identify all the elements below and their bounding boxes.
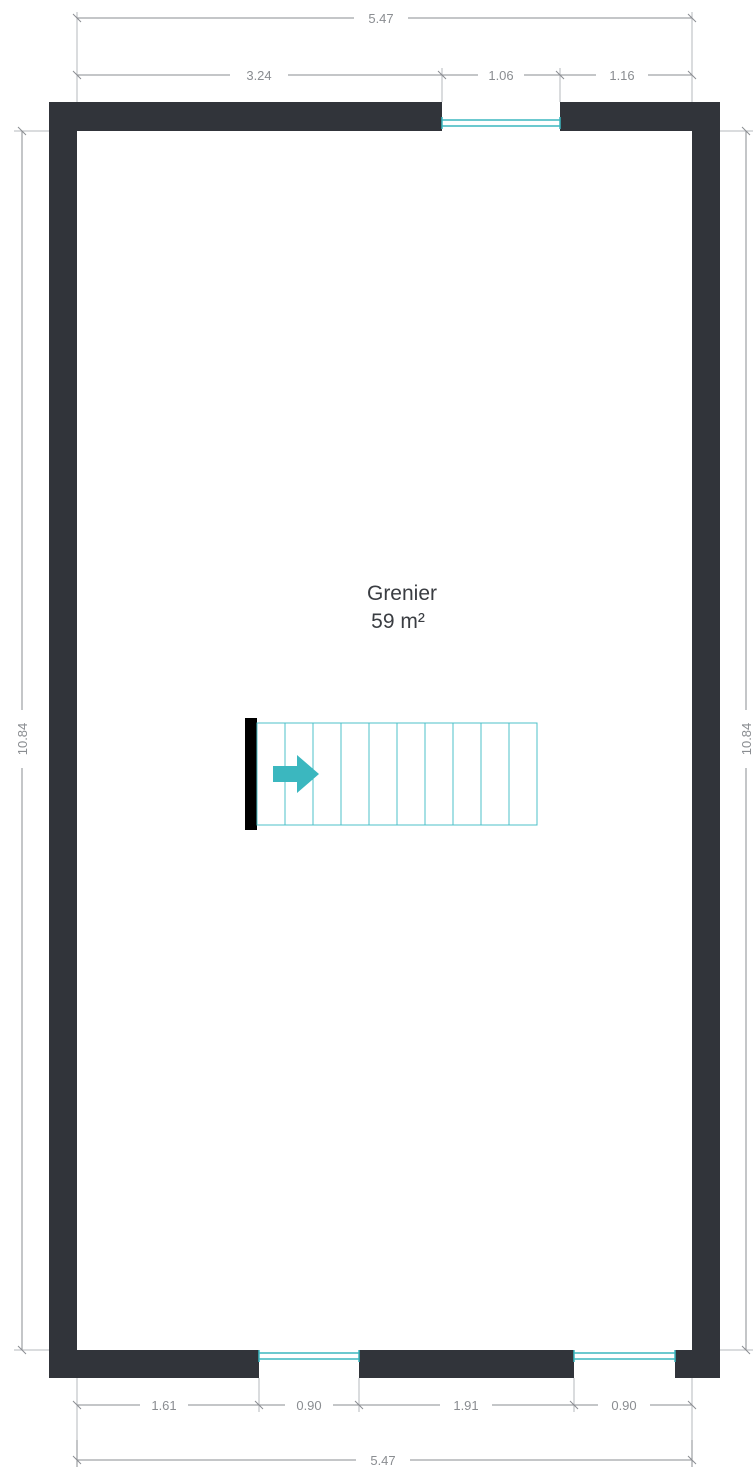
- dimension-top-segments: 3.24 1.06 1.16: [72, 68, 697, 102]
- dim-top-total-label: 5.47: [368, 11, 393, 26]
- dim-bottom-seg-1: 1.61: [151, 1398, 176, 1413]
- dim-right-height-label: 10.84: [739, 723, 753, 756]
- dim-left-height-label: 10.84: [15, 723, 30, 756]
- dimension-left-height: 10.84: [14, 126, 49, 1355]
- dim-bottom-total-label: 5.47: [370, 1453, 395, 1467]
- window-top: [441, 102, 561, 131]
- wall-bottom-3: [675, 1350, 720, 1378]
- window-bottom-right: [573, 1350, 676, 1378]
- wall-right: [692, 102, 720, 1378]
- wall-left: [49, 102, 77, 1378]
- room-area: 59 m²: [371, 610, 425, 633]
- dim-bottom-seg-4: 0.90: [611, 1398, 636, 1413]
- dim-bottom-seg-2: 0.90: [296, 1398, 321, 1413]
- wall-top-left: [49, 102, 442, 131]
- dimension-top-total: 5.47: [72, 11, 697, 102]
- staircase: [245, 718, 538, 830]
- walls: [49, 102, 720, 1378]
- dim-top-seg-3: 1.16: [609, 68, 634, 83]
- dimension-bottom-total: 5.47: [72, 1440, 697, 1467]
- floor-plan: Grenier 59 m² 5.47 3.24 1.06 1.16 10.84 …: [14, 11, 753, 1467]
- right-arrow-icon: [273, 755, 319, 793]
- room-name: Grenier: [367, 582, 437, 605]
- dimension-right-height: 10.84: [720, 126, 753, 1355]
- dim-top-seg-1: 3.24: [246, 68, 271, 83]
- wall-bottom-2: [359, 1350, 574, 1378]
- window-bottom-left: [258, 1350, 360, 1378]
- wall-bottom-1: [49, 1350, 259, 1378]
- dim-top-seg-2: 1.06: [488, 68, 513, 83]
- dim-bottom-seg-3: 1.91: [453, 1398, 478, 1413]
- dimension-bottom-segments: 1.61 0.90 1.91 0.90: [72, 1378, 697, 1440]
- stair-landing-bar: [245, 718, 257, 830]
